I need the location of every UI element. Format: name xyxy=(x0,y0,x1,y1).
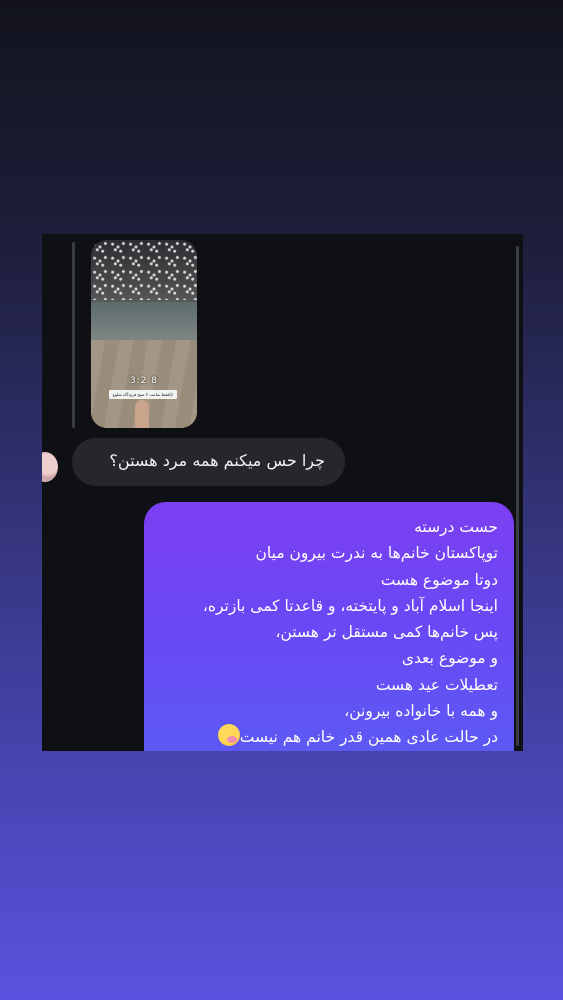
message-line: پس خانم‌ها کمی مستقل تر هستن، xyxy=(275,623,498,642)
message-line: تعطیلات عید هست xyxy=(375,675,498,694)
airport-hall xyxy=(91,302,197,340)
outgoing-message-bubble[interactable]: حست درسته توپاکستان خانم‌ها به ندرت بیرو… xyxy=(144,502,514,751)
shared-story-thumbnail[interactable]: 3:2 8 فقط ساعت ۳ صبح فرودگاه شلوغ😑 xyxy=(91,240,197,428)
airport-ceiling-lights xyxy=(91,240,197,300)
incoming-message-text: چرا حس میکنم همه مرد هستن؟ xyxy=(109,451,325,470)
face-with-hand-over-mouth-icon xyxy=(217,724,240,747)
message-line: و موضوع بعدی xyxy=(401,649,498,668)
scrollbar[interactable] xyxy=(516,246,519,746)
message-line: دوتا موضوع هست xyxy=(380,570,498,589)
hand-in-photo xyxy=(135,400,149,428)
message-line: توپاکستان خانم‌ها به ندرت بیرون میان xyxy=(255,544,498,563)
message-line: و همه با خانواده بیرونن، xyxy=(344,702,498,721)
message-line-text: در حالت عادی همین قدر خانم هم نیست xyxy=(239,728,498,747)
message-line: حست درسته xyxy=(414,518,498,536)
sender-avatar[interactable] xyxy=(42,452,58,482)
message-line: اینجا اسلام آباد و پایتخته، و قاعدتا کمی… xyxy=(202,596,498,615)
message-line-last: در حالت عادی همین قدر خانم هم نیست xyxy=(160,724,498,750)
media-time-overlay: 3:2 8 xyxy=(129,376,159,386)
media-caption-overlay: فقط ساعت ۳ صبح فرودگاه شلوغ😑 xyxy=(109,390,177,399)
chat-screenshot: 3:2 8 فقط ساعت ۳ صبح فرودگاه شلوغ😑 چرا ح… xyxy=(42,234,523,751)
reply-indicator-bar xyxy=(72,242,75,428)
incoming-message-bubble[interactable]: چرا حس میکنم همه مرد هستن؟ xyxy=(72,438,345,486)
